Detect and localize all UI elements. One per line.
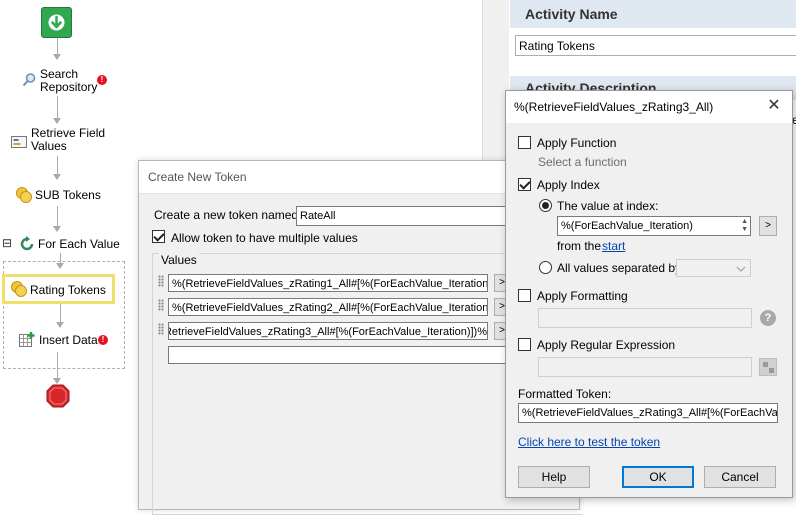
regex-input	[538, 357, 752, 377]
help-icon[interactable]: ?	[760, 310, 776, 326]
drag-handle-icon[interactable]	[158, 323, 164, 335]
error-icon: !	[97, 75, 107, 85]
apply-index-checkbox[interactable]	[518, 178, 531, 191]
value-input-2[interactable]: %(RetrieveFieldValues_zRating2_All#[%(Fo…	[168, 298, 488, 316]
error-icon: !	[98, 335, 108, 345]
all-values-label: All values separated by:	[557, 261, 685, 275]
spinner-icon[interactable]: ▲ ▼	[741, 218, 748, 234]
allow-multiple-checkbox[interactable]	[152, 230, 165, 243]
token-format-dialog: %(RetrieveFieldValues_zRating3_All) ✕ Ap…	[505, 90, 793, 498]
node-label: Rating Tokens	[30, 283, 106, 297]
from-the-label: from the	[557, 239, 602, 253]
value-at-index-radio[interactable]	[539, 199, 552, 212]
allow-multiple-label: Allow token to have multiple values	[171, 231, 358, 245]
formatting-input	[538, 308, 752, 328]
insert-data-icon	[19, 332, 35, 347]
node-label: Insert Data	[39, 333, 98, 347]
select-function-text: Select a function	[538, 155, 627, 169]
token-icon	[11, 281, 27, 297]
test-token-link[interactable]: Click here to test the token	[518, 435, 660, 449]
loop-icon	[20, 236, 34, 251]
apply-formatting-checkbox[interactable]	[518, 289, 531, 302]
value-at-index-label: The value at index:	[557, 199, 659, 213]
index-value-input[interactable]: %(ForEachValue_Iteration) ▲ ▼	[557, 216, 751, 236]
apply-function-checkbox[interactable]	[518, 136, 531, 149]
insert-data-node[interactable]: Insert Data !	[18, 330, 118, 352]
value-input-1[interactable]: %(RetrieveFieldValues_zRating1_All#[%(Fo…	[168, 274, 488, 292]
token-icon	[16, 187, 32, 203]
close-icon[interactable]: ✕	[766, 98, 782, 114]
value-input-3[interactable]: %(RetrieveFieldValues_zRating3_All#[%(Fo…	[168, 322, 488, 340]
node-label: SUB Tokens	[35, 188, 101, 202]
magnifier-icon	[22, 73, 36, 87]
apply-function-label: Apply Function	[537, 136, 617, 150]
field-values-icon	[11, 136, 27, 148]
retrieve-field-values-node[interactable]: Retrieve Field Values	[10, 126, 120, 156]
index-insert-button[interactable]: >	[759, 216, 777, 236]
collapse-icon[interactable]: ⊟	[2, 236, 12, 250]
drag-handle-icon[interactable]	[158, 299, 164, 311]
for-each-value-node[interactable]: ⊟ For Each Value	[2, 236, 120, 254]
node-label: Search Repository	[40, 67, 98, 94]
start-node-icon[interactable]	[41, 7, 72, 38]
sub-tokens-node[interactable]: SUB Tokens	[14, 184, 114, 206]
search-repository-node[interactable]: Search Repository !	[18, 64, 113, 96]
token-name-label: Create a new token named:	[154, 208, 302, 222]
rating-tokens-node[interactable]: Rating Tokens	[2, 274, 115, 304]
activity-name-input[interactable]: Rating Tokens	[515, 35, 796, 56]
values-label: Values	[159, 253, 199, 267]
help-button[interactable]: Help	[518, 466, 590, 488]
node-label: For Each Value	[38, 237, 120, 251]
drag-handle-icon[interactable]	[158, 275, 164, 287]
separator-select[interactable]	[676, 259, 751, 277]
all-values-radio[interactable]	[539, 261, 552, 274]
value-input-new[interactable]	[168, 346, 508, 364]
dialog-title: %(RetrieveFieldValues_zRating3_All)	[506, 91, 792, 123]
token-name-input[interactable]: RateAll	[296, 206, 536, 226]
activity-name-header: Activity Name	[510, 0, 796, 28]
apply-index-label: Apply Index	[537, 178, 600, 192]
regex-builder-icon[interactable]	[759, 358, 777, 376]
apply-regex-label: Apply Regular Expression	[537, 338, 676, 352]
index-value-text: %(ForEachValue_Iteration)	[561, 220, 693, 232]
node-label: Retrieve Field Values	[31, 126, 106, 153]
formatted-token-input[interactable]: %(RetrieveFieldValues_zRating3_All#[%(Fo…	[518, 403, 778, 423]
cancel-button[interactable]: Cancel	[704, 466, 776, 488]
apply-formatting-label: Apply Formatting	[537, 289, 628, 303]
stop-node-icon[interactable]	[46, 384, 70, 408]
start-link[interactable]: start	[602, 239, 625, 253]
formatted-token-label: Formatted Token:	[518, 387, 612, 401]
chevron-down-icon	[736, 266, 746, 272]
apply-regex-checkbox[interactable]	[518, 338, 531, 351]
ok-button[interactable]: OK	[622, 466, 694, 488]
